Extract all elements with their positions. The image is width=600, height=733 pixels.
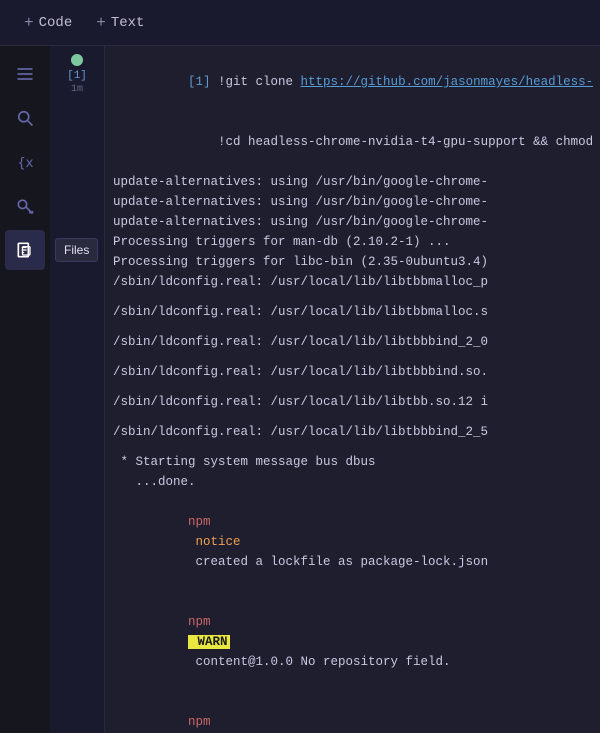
git-cmd: !git clone https://github.com/jasonmayes… xyxy=(218,75,593,89)
npm-label-warn2: npm xyxy=(188,715,211,729)
empty-2 xyxy=(113,322,592,332)
output-line-4: Processing triggers for man-db (2.10.2-1… xyxy=(113,232,592,252)
empty-1 xyxy=(113,292,592,302)
output-line-12: * Starting system message bus dbus xyxy=(113,452,592,472)
output-line-1: update-alternatives: using /usr/bin/goog… xyxy=(113,172,592,192)
output-line-8: /sbin/ldconfig.real: /usr/local/lib/libt… xyxy=(113,332,592,352)
output-line-7: /sbin/ldconfig.real: /usr/local/lib/libt… xyxy=(113,302,592,322)
npm-label-warn1: npm xyxy=(188,615,211,629)
warn-text-1: content@1.0.0 No repository field. xyxy=(188,655,451,669)
sidebar-item-search[interactable] xyxy=(5,98,45,138)
plus-icon-2: + xyxy=(96,14,106,32)
output-line-13: ...done. xyxy=(113,472,592,492)
sidebar-item-variables[interactable]: {x} xyxy=(5,142,45,182)
empty-5 xyxy=(113,412,592,422)
add-text-button[interactable]: + Text xyxy=(84,8,156,38)
cd-cmd: !cd headless-chrome-nvidia-t4-gpu-suppor… xyxy=(188,135,593,149)
empty-4 xyxy=(113,382,592,392)
empty-3 xyxy=(113,352,592,362)
cell-number: [1] xyxy=(67,70,87,82)
toolbar: + Code + Text xyxy=(0,0,600,46)
output-line-10: /sbin/ldconfig.real: /usr/local/lib/libt… xyxy=(113,392,592,412)
key-icon xyxy=(15,196,35,216)
output-line-warn-2: npm WARN content@1.0.0 No license field. xyxy=(113,692,592,733)
empty-6 xyxy=(113,442,592,452)
braces-icon: {x} xyxy=(15,152,35,172)
sidebar-item-files[interactable]: Files xyxy=(5,230,45,270)
cell-gutter: [1] 1m xyxy=(50,46,105,733)
svg-text:{x}: {x} xyxy=(18,156,36,171)
search-icon xyxy=(15,108,35,128)
code-button-label: Code xyxy=(39,15,73,31)
output-line-11: /sbin/ldconfig.real: /usr/local/lib/libt… xyxy=(113,422,592,442)
npm-label-notice: npm xyxy=(188,515,211,529)
cell-number-inline: [1] xyxy=(188,75,218,89)
output-line-notice: npm notice created a lockfile as package… xyxy=(113,492,592,592)
output-line-3: update-alternatives: using /usr/bin/goog… xyxy=(113,212,592,232)
cell-time: 1m xyxy=(71,84,83,95)
output-line-warn-1: npm WARN content@1.0.0 No repository fie… xyxy=(113,592,592,692)
output-line-5: Processing triggers for libc-bin (2.35-0… xyxy=(113,252,592,272)
sidebar-item-secrets[interactable] xyxy=(5,186,45,226)
output-line-9: /sbin/ldconfig.real: /usr/local/lib/libt… xyxy=(113,362,592,382)
text-button-label: Text xyxy=(111,15,145,31)
cell-output[interactable]: [1] !git clone https://github.com/jasonm… xyxy=(105,46,600,733)
sidebar: {x} Files xyxy=(0,46,50,733)
add-code-button[interactable]: + Code xyxy=(12,8,84,38)
command-line-1: [1] !git clone https://github.com/jasonm… xyxy=(113,52,592,112)
warn-label-1: WARN xyxy=(188,635,230,649)
notebook-content: [1] 1m [1] !git clone https://github.com… xyxy=(50,46,600,733)
plus-icon: + xyxy=(24,14,34,32)
cell-1: [1] 1m [1] !git clone https://github.com… xyxy=(50,46,600,733)
command-line-2: !cd headless-chrome-nvidia-t4-gpu-suppor… xyxy=(113,112,592,172)
output-line-6: /sbin/ldconfig.real: /usr/local/lib/libt… xyxy=(113,272,592,292)
output-line-2: update-alternatives: using /usr/bin/goog… xyxy=(113,192,592,212)
sidebar-item-menu[interactable] xyxy=(5,54,45,94)
main-container: {x} Files xyxy=(0,46,600,733)
notice-label: notice xyxy=(188,535,241,549)
cell-indicator xyxy=(71,54,83,66)
menu-icon xyxy=(15,64,35,84)
notice-text: created a lockfile as package-lock.json xyxy=(188,555,488,569)
files-icon xyxy=(15,240,35,260)
